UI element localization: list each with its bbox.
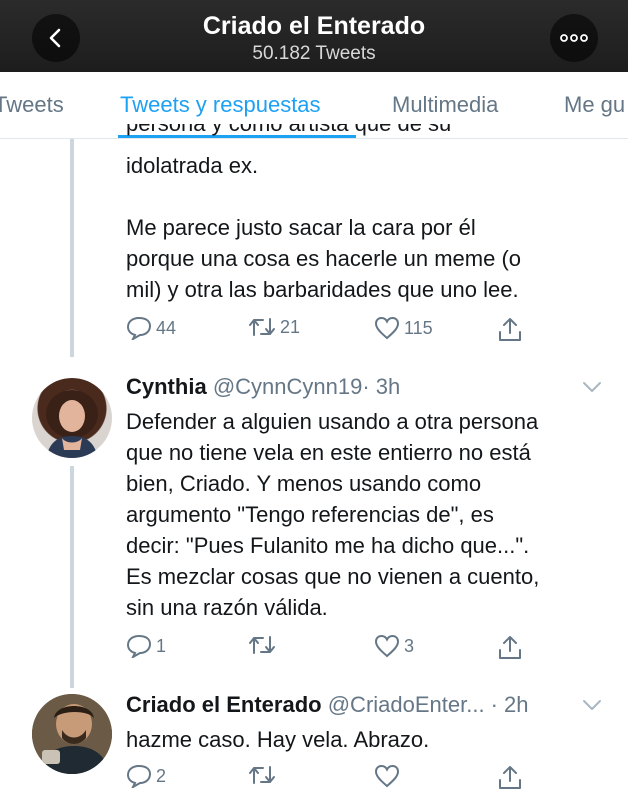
more-dots-icon	[560, 34, 588, 42]
share-button[interactable]	[498, 634, 522, 660]
reply-button[interactable]: 1	[126, 634, 166, 658]
more-button[interactable]	[550, 14, 598, 62]
heart-icon	[374, 634, 400, 658]
profile-header: Criado el Enterado 50.182 Tweets	[0, 0, 628, 72]
reply-icon	[126, 634, 152, 658]
tweet-actions: 44 21 115	[126, 316, 546, 346]
avatar[interactable]	[32, 378, 112, 458]
retweet-button[interactable]: 21	[248, 316, 300, 338]
share-icon	[499, 636, 521, 659]
handle[interactable]: @CriadoEnter...	[328, 692, 485, 717]
tab-media[interactable]: Multimedia	[392, 92, 498, 118]
tweet-header: Cynthia @CynnCynn19· 3h	[126, 374, 596, 400]
tweet-text: Defender a alguien usando a otra persona…	[126, 409, 540, 620]
thread-line	[70, 139, 74, 357]
share-button[interactable]	[498, 764, 522, 790]
thread-line	[70, 466, 74, 688]
profile-name: Criado el Enterado	[202, 12, 426, 40]
avatar-photo	[32, 694, 112, 774]
retweet-icon	[249, 636, 275, 654]
reply-count: 1	[156, 635, 167, 656]
tweet-actions: 1 3	[126, 634, 546, 664]
display-name[interactable]: Cynthia	[126, 374, 207, 399]
tweet-text: hazme caso. Hay vela. Abrazo.	[126, 727, 430, 752]
handle[interactable]: @CynnCynn19	[213, 374, 363, 399]
reply-count: 2	[156, 765, 167, 786]
timestamp: · 3h	[362, 374, 401, 399]
like-count: 115	[404, 317, 433, 338]
reply-count: 44	[156, 317, 177, 338]
share-icon	[499, 318, 521, 341]
avatar-photo	[46, 390, 98, 458]
tab-likes[interactable]: Me gu	[564, 92, 625, 118]
retweet-button[interactable]	[248, 634, 280, 656]
tweet-header: Criado el Enterado @CriadoEnter... · 2h	[126, 692, 596, 718]
tweet-actions: 2	[126, 764, 546, 794]
tweet-count: 50.182 Tweets	[252, 43, 376, 64]
retweet-icon	[249, 766, 275, 784]
display-name[interactable]: Criado el Enterado	[126, 692, 322, 717]
like-button[interactable]: 115	[374, 316, 433, 340]
share-icon	[499, 766, 521, 789]
tab-tweets-replies[interactable]: Tweets y respuestas	[120, 92, 321, 118]
tab-tweets[interactable]: Tweets	[0, 92, 64, 118]
retweet-button[interactable]	[248, 764, 280, 786]
like-button[interactable]: 3	[374, 634, 414, 658]
reply-icon	[126, 764, 152, 788]
like-count: 3	[404, 635, 415, 656]
reply-icon	[126, 316, 152, 340]
timestamp: · 2h	[490, 692, 529, 717]
like-button[interactable]	[374, 764, 404, 788]
chevron-down-icon[interactable]	[582, 380, 602, 394]
share-button[interactable]	[498, 316, 522, 342]
retweet-icon	[249, 318, 275, 336]
chevron-down-icon[interactable]	[582, 698, 602, 712]
retweet-count: 21	[280, 316, 301, 337]
partial-text-line: persona y como artista que de su	[126, 124, 606, 136]
avatar[interactable]	[32, 694, 112, 774]
heart-icon	[374, 764, 400, 788]
heart-icon	[374, 316, 400, 340]
reply-button[interactable]: 2	[126, 764, 166, 788]
reply-button[interactable]: 44	[126, 316, 176, 340]
tweet-text: idolatrada ex. Me parece justo sacar la …	[126, 153, 522, 302]
